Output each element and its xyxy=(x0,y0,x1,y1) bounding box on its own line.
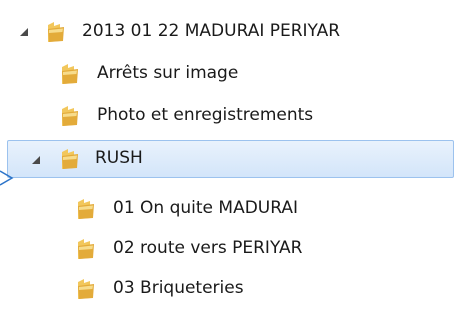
tree-item-rush[interactable]: RUSH xyxy=(7,140,454,178)
tree-item-label: 03 Briqueteries xyxy=(113,278,244,298)
folder-icon xyxy=(62,106,78,126)
tree-item-02-route-vers-periyar[interactable]: 02 route vers PERIYAR xyxy=(66,230,436,268)
folder-icon xyxy=(62,149,78,169)
tree-item-label: 2013 01 22 MADURAI PERIYAR xyxy=(82,21,341,41)
folder-icon xyxy=(78,199,94,219)
tree-item-01-on-quite-madurai[interactable]: 01 On quite MADURAI xyxy=(66,190,436,228)
folder-icon xyxy=(78,239,94,259)
pointer-arrow-icon xyxy=(0,170,14,186)
tree-item-label: Arrêts sur image xyxy=(97,63,239,83)
folder-icon xyxy=(48,22,64,42)
expanded-arrow-icon[interactable] xyxy=(32,156,40,164)
tree-item-madurai-periyar[interactable]: 2013 01 22 MADURAI PERIYAR xyxy=(20,13,440,51)
folder-tree: 2013 01 22 MADURAI PERIYAR Arrêts sur im… xyxy=(0,0,454,309)
tree-item-03-briqueteries[interactable]: 03 Briqueteries xyxy=(66,270,436,308)
tree-item-label: Photo et enregistrements xyxy=(97,105,314,125)
folder-icon xyxy=(62,64,78,84)
tree-item-label: 02 route vers PERIYAR xyxy=(113,238,303,258)
expanded-arrow-icon[interactable] xyxy=(20,28,28,36)
tree-item-label: 01 On quite MADURAI xyxy=(113,198,299,218)
tree-item-label: RUSH xyxy=(95,148,143,168)
tree-item-arrets-sur-image[interactable]: Arrêts sur image xyxy=(50,55,430,93)
tree-item-photo-et-enregistrements[interactable]: Photo et enregistrements xyxy=(50,97,430,135)
folder-icon xyxy=(78,279,94,299)
